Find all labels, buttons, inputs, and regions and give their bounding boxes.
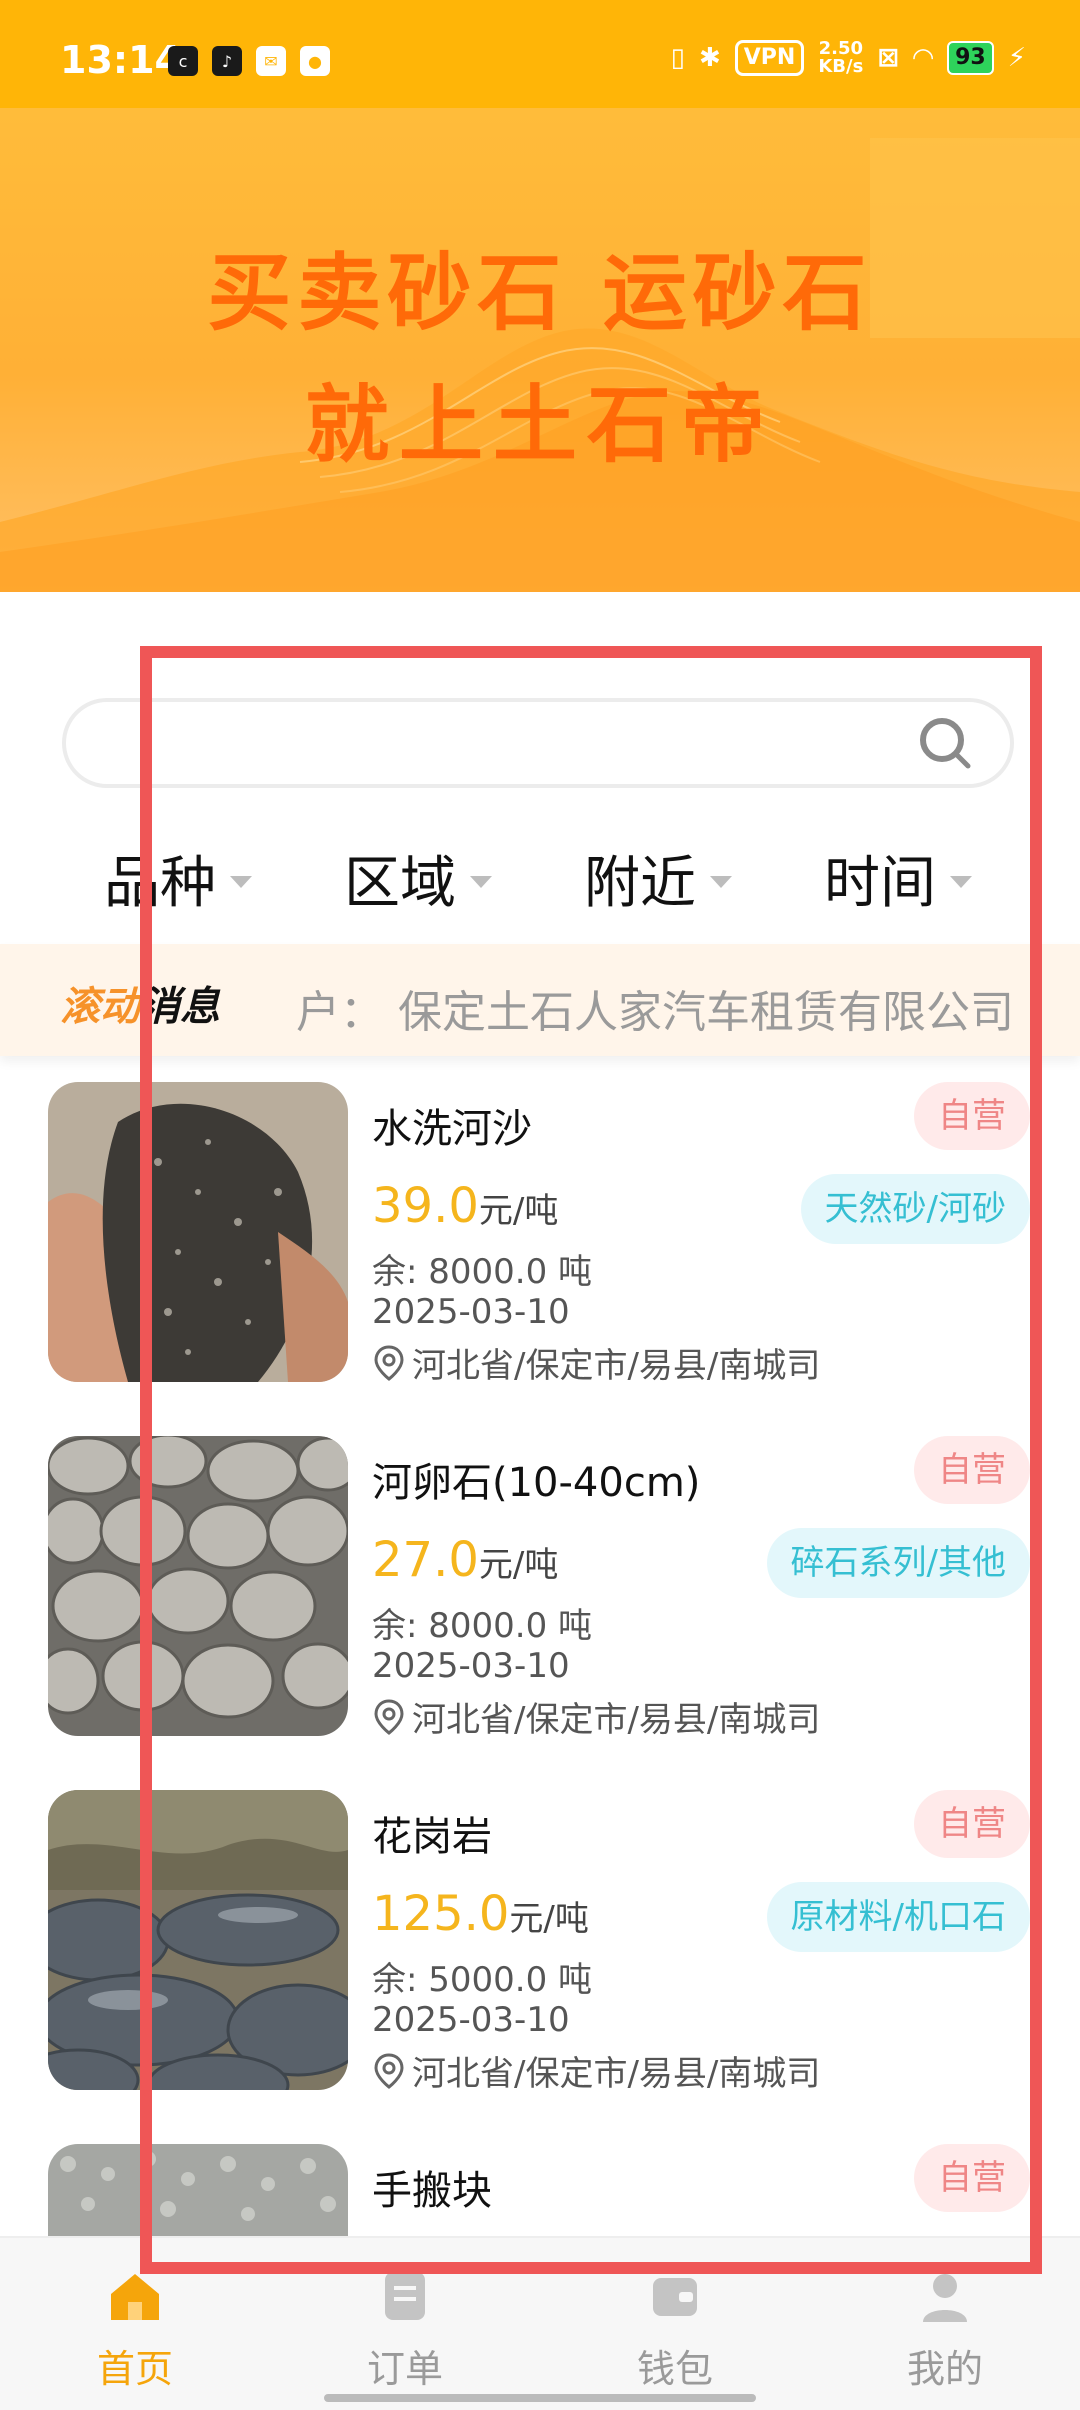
cc-app-icon: c [168,46,198,76]
filter-label: 区域 [344,851,456,916]
product-card[interactable]: 花岗岩 125.0元/吨 余: 5000.0 吨 2025-03-10 河北省/… [0,1790,1080,2094]
location-text: 河北省/保定市/易县/南城司 [412,1346,821,1386]
profile-icon [923,2274,967,2322]
tab-profile[interactable]: 我的 [810,2238,1080,2391]
speed-unit: KB/s [818,56,864,77]
mail-icon: ✉ [256,46,286,76]
self-operated-badge: 自营 [914,2144,1030,2212]
self-operated-badge: 自营 [914,1082,1030,1150]
search-icon[interactable] [918,716,974,772]
category-tag: 碎石系列/其他 [766,1528,1030,1598]
tiktok-icon: ♪ [212,46,242,76]
product-card[interactable]: 水洗河沙 39.0元/吨 余: 8000.0 吨 2025-03-10 河北省/… [0,1082,1080,1386]
category-tag: 天然砂/河砂 [800,1174,1030,1244]
status-right: ▯ ✱ VPN 2.50 KB/s ⊠ ◠ 93 ⚡ [671,40,1026,76]
product-date: 2025-03-10 [372,2000,570,2040]
ticker-label-part2: 消息 [140,984,220,1030]
location-text: 河北省/保定市/易县/南城司 [412,2054,821,2094]
home-icon [111,2274,159,2320]
bluetooth-icon: ✱ [698,43,721,73]
filter-time[interactable]: 时间 [824,838,972,919]
product-location: 河北省/保定市/易县/南城司 [372,1692,820,1741]
scrolling-news[interactable]: 滚动消息 户： 保定土石人家汽车租赁有限公司 [0,944,1080,1056]
chevron-down-icon [950,875,972,888]
filter-nearby[interactable]: 附近 [584,838,732,919]
product-image-granite[interactable] [48,1790,348,2090]
wallet-icon [653,2278,697,2316]
price-value: 27.0 [372,1532,479,1588]
notification-icons: c ♪ ✉ ● [168,46,330,76]
ticker-label-part1: 滚动 [60,984,140,1030]
order-icon [385,2272,425,2320]
product-price: 125.0元/吨 [372,1886,589,1942]
tab-wallet[interactable]: 钱包 [540,2238,810,2391]
tab-label: 我的 [906,2347,983,2391]
product-stock: 余: 8000.0 吨 [372,1252,593,1292]
filter-variety[interactable]: 品种 [104,838,252,919]
price-value: 125.0 [372,1886,510,1942]
product-date: 2025-03-10 [372,1646,570,1686]
battery-level: 93 [947,41,994,75]
banner-subheadline: 就上土石帝 [304,376,775,474]
qq-icon: ● [300,46,330,76]
status-bar: 13:14 c ♪ ✉ ● ▯ ✱ VPN 2.50 KB/s ⊠ ◠ 93 ⚡ [0,0,1080,108]
price-unit: 元/吨 [478,1545,559,1585]
tab-home[interactable]: 首页 [0,2238,270,2391]
location-text: 河北省/保定市/易县/南城司 [412,1700,821,1740]
ticker-message: 户： 保定土石人家汽车租赁有限公司 [296,987,1014,1038]
status-time: 13:14 [60,38,181,82]
product-name: 水洗河沙 [372,1106,532,1152]
product-location: 河北省/保定市/易县/南城司 [372,2046,820,2095]
product-location: 河北省/保定市/易县/南城司 [372,1338,820,1387]
product-price: 39.0元/吨 [372,1178,558,1234]
self-operated-badge: 自营 [914,1436,1030,1504]
promo-banner[interactable]: 买卖砂石 运砂石 就上土石帝 [0,108,1080,592]
self-operated-badge: 自营 [914,1790,1030,1858]
product-image-blocks[interactable] [48,2144,348,2236]
location-pin-icon [374,1344,404,1381]
banner-headline: 买卖砂石 运砂石 [207,244,873,342]
charging-icon: ⚡ [1007,43,1026,73]
product-stock: 余: 5000.0 吨 [372,1960,593,2000]
product-card[interactable]: 河卵石(10-40cm) 27.0元/吨 余: 8000.0 吨 2025-03… [0,1436,1080,1740]
tab-label: 钱包 [636,2347,713,2391]
no-sim-icon: ⊠ [877,43,900,73]
filter-region[interactable]: 区域 [344,838,492,919]
ticker-label: 滚动消息 [60,974,220,1032]
price-unit: 元/吨 [509,1899,589,1939]
chevron-down-icon [710,875,732,888]
tab-orders[interactable]: 订单 [270,2238,540,2391]
product-name: 花岗岩 [372,1814,492,1860]
product-stock: 余: 8000.0 吨 [372,1606,593,1646]
tab-label: 订单 [366,2347,443,2391]
product-name: 河卵石(10-40cm) [372,1460,701,1506]
bottom-tab-bar: 首页 订单 钱包 我的 [0,2236,1080,2410]
vpn-badge: VPN [734,40,805,76]
filter-label: 时间 [824,851,936,916]
network-speed: 2.50 KB/s [818,40,863,76]
product-card[interactable]: 手搬块 自营 [0,2144,1080,2236]
filter-label: 附近 [584,851,696,916]
product-date: 2025-03-10 [372,1292,570,1332]
product-image-sand[interactable] [48,1082,348,1382]
product-image-pebbles[interactable] [48,1436,348,1736]
vibrate-icon: ▯ [670,43,685,73]
location-pin-icon [374,1698,404,1735]
filter-label: 品种 [104,851,216,916]
filter-bar: 品种 区域 附近 时间 [0,838,1080,928]
home-indicator[interactable] [324,2394,756,2402]
chevron-down-icon [470,875,492,888]
chevron-down-icon [230,875,252,888]
search-input[interactable] [62,698,1014,788]
location-pin-icon [374,2052,404,2089]
product-price: 27.0元/吨 [372,1532,558,1588]
product-name: 手搬块 [372,2168,492,2214]
category-tag: 原材料/机口石 [766,1882,1030,1952]
price-value: 39.0 [372,1178,479,1234]
tab-label: 首页 [96,2347,173,2391]
wifi-icon: ◠ [913,43,934,73]
price-unit: 元/吨 [478,1191,559,1231]
